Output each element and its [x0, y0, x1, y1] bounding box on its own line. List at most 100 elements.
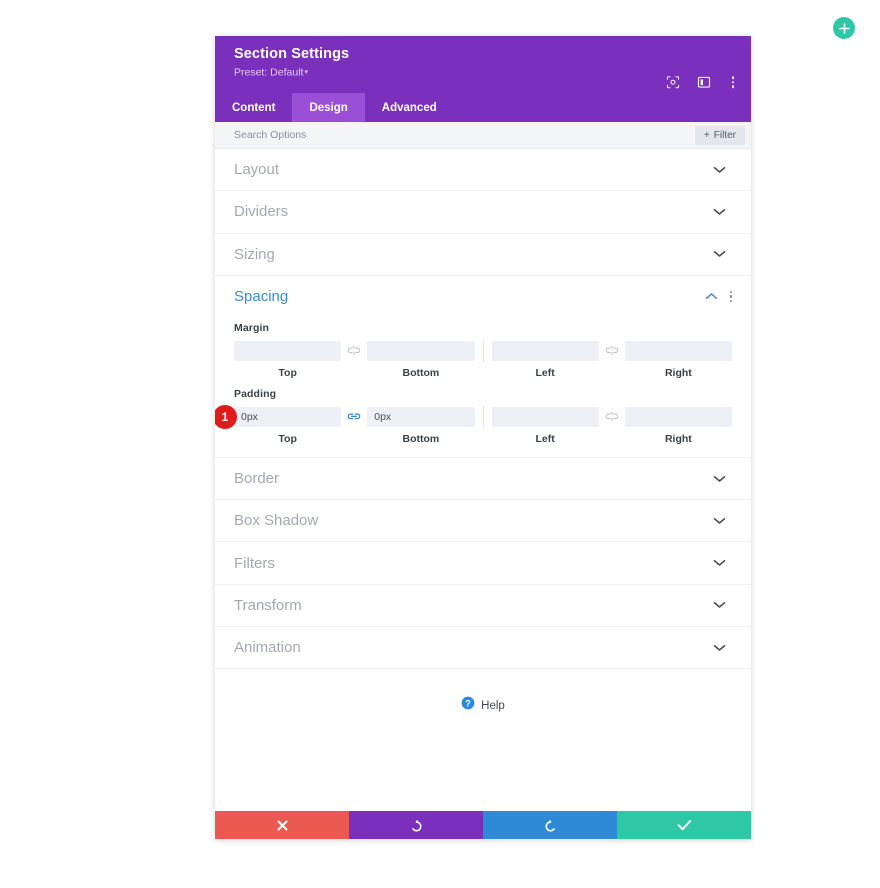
section-border[interactable]: Border — [215, 458, 751, 501]
section-dividers[interactable]: Dividers — [215, 191, 751, 234]
preset-selector[interactable]: Preset: Default▾ — [234, 65, 732, 80]
plus-icon: + — [703, 129, 710, 141]
padding-fields: 1 — [215, 404, 732, 429]
chevron-down-icon[interactable] — [713, 166, 726, 174]
save-button[interactable] — [617, 811, 751, 839]
padding-sub-labels: Top Bottom Left Right — [234, 433, 732, 445]
help-label: Help — [481, 699, 505, 712]
focus-target-icon[interactable] — [666, 75, 680, 89]
section-layout-label: Layout — [234, 161, 280, 179]
preset-label: Preset: Default — [234, 66, 304, 79]
chevron-up-icon[interactable] — [705, 292, 718, 300]
unlinked-chain-icon[interactable] — [599, 345, 625, 356]
svg-text:?: ? — [465, 699, 471, 709]
unlinked-chain-icon[interactable] — [599, 411, 625, 422]
plus-icon — [838, 22, 850, 34]
section-spacing: Spacing Margin Top Bottom Left Right Pad… — [215, 276, 751, 458]
section-box-shadow[interactable]: Box Shadow — [215, 500, 751, 543]
chevron-down-icon[interactable] — [713, 644, 726, 652]
section-spacing-label: Spacing — [234, 287, 289, 305]
section-options-icon[interactable] — [726, 289, 737, 305]
padding-right-input[interactable] — [624, 406, 732, 427]
redo-arrow-icon — [544, 819, 555, 831]
chevron-down-icon[interactable] — [713, 559, 726, 567]
section-spacing-tools — [705, 289, 737, 305]
chevron-down-icon[interactable] — [713, 601, 726, 609]
section-sizing-label: Sizing — [234, 245, 275, 263]
padding-label: Padding — [234, 387, 277, 400]
search-input[interactable] — [234, 129, 695, 141]
header-icon-group — [666, 74, 739, 90]
section-spacing-header[interactable]: Spacing — [215, 276, 751, 317]
padding-bottom-input[interactable] — [367, 406, 475, 427]
panel-header: Section Settings Preset: Default▾ — [215, 36, 751, 93]
margin-fields — [234, 339, 732, 362]
search-bar: + Filter — [215, 122, 751, 149]
margin-bottom-sublabel: Bottom — [402, 366, 440, 379]
checkmark-icon — [677, 820, 691, 831]
tab-advanced[interactable]: Advanced — [365, 93, 454, 122]
section-sizing[interactable]: Sizing — [215, 234, 751, 276]
margin-group: Margin Top Bottom Left Right — [215, 322, 751, 379]
section-layout[interactable]: Layout — [215, 149, 751, 192]
padding-left-field — [491, 406, 599, 427]
padding-bottom-field — [367, 406, 475, 427]
margin-right-field — [624, 340, 732, 361]
padding-top-sublabel: Top — [278, 432, 297, 445]
undo-button[interactable] — [349, 811, 483, 839]
section-border-label: Border — [234, 470, 280, 488]
padding-top-bottom-pair — [234, 406, 475, 427]
unlinked-chain-icon[interactable] — [341, 345, 367, 356]
padding-left-right-pair — [491, 406, 732, 427]
section-settings-panel: Section Settings Preset: Default▾ Conten… — [215, 36, 751, 839]
help-link[interactable]: ? Help — [215, 669, 751, 715]
section-dividers-label: Dividers — [234, 203, 289, 221]
margin-bottom-input[interactable] — [367, 340, 475, 361]
linked-chain-icon[interactable] — [341, 411, 367, 422]
chevron-down-icon[interactable] — [713, 517, 726, 525]
chevron-down-icon: ▾ — [304, 69, 308, 76]
section-filters-label: Filters — [234, 554, 275, 572]
section-transform[interactable]: Transform — [215, 585, 751, 628]
padding-group: Padding 1 0px 0px Top Bottom Left Right — [215, 388, 751, 445]
margin-left-sublabel: Left — [535, 366, 555, 379]
chevron-down-icon[interactable] — [713, 208, 726, 216]
chevron-down-icon[interactable] — [713, 475, 726, 483]
section-box-shadow-label: Box Shadow — [234, 512, 319, 530]
filter-button-label: Filter — [713, 129, 736, 141]
layout-panel-icon[interactable] — [697, 75, 711, 89]
add-button[interactable] — [833, 17, 855, 39]
divider — [482, 339, 484, 362]
cancel-button[interactable] — [215, 811, 349, 839]
section-animation[interactable]: Animation — [215, 627, 751, 670]
undo-arrow-icon — [411, 819, 422, 831]
margin-left-input[interactable] — [491, 340, 599, 361]
panel-footer — [215, 811, 751, 839]
margin-label: Margin — [234, 321, 270, 334]
padding-right-sublabel: Right — [664, 432, 692, 445]
close-x-icon — [277, 820, 287, 830]
section-filters[interactable]: Filters — [215, 542, 751, 585]
padding-left-input[interactable] — [491, 406, 599, 427]
filter-button[interactable]: + Filter — [694, 125, 745, 145]
tab-content[interactable]: Content — [215, 93, 292, 122]
margin-bottom-field — [367, 340, 475, 361]
redo-button[interactable] — [483, 811, 617, 839]
question-mark-icon: ? — [461, 696, 475, 715]
margin-right-input[interactable] — [624, 340, 732, 361]
panel-body: Layout Dividers Sizing Spacing Margin To… — [215, 149, 751, 811]
divider — [482, 405, 484, 428]
padding-bottom-sublabel: Bottom — [402, 432, 440, 445]
margin-top-input[interactable] — [234, 340, 342, 361]
tab-design[interactable]: Design — [292, 93, 365, 122]
margin-left-field — [491, 340, 599, 361]
padding-top-field — [234, 406, 342, 427]
padding-top-input[interactable] — [234, 406, 342, 427]
margin-left-right-pair — [491, 340, 732, 361]
section-transform-label: Transform — [234, 596, 302, 614]
margin-top-field — [234, 340, 342, 361]
chevron-down-icon[interactable] — [713, 250, 726, 258]
more-options-icon[interactable] — [728, 74, 739, 90]
margin-top-sublabel: Top — [278, 366, 297, 379]
padding-left-sublabel: Left — [535, 432, 555, 445]
